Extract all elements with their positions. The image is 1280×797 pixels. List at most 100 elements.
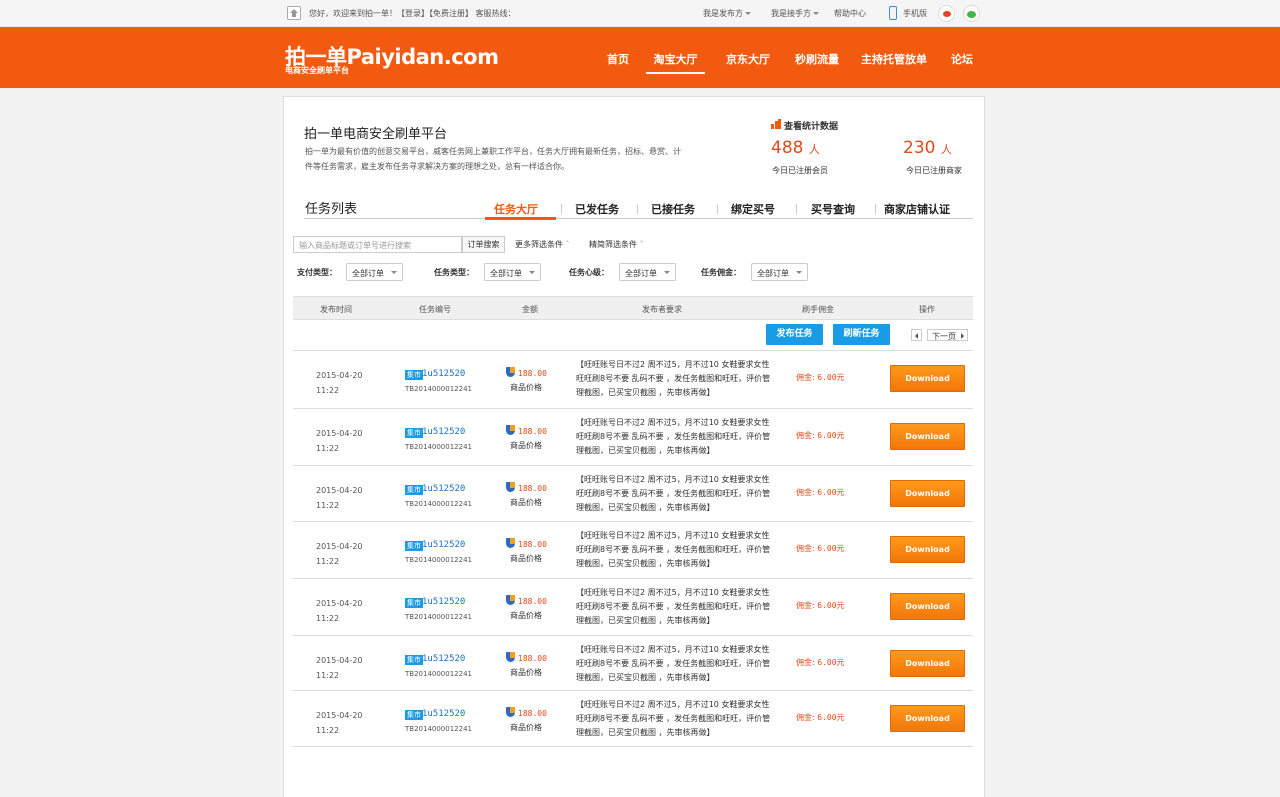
market-badge: 集市 [405,428,423,438]
members-count: 488 人 [771,138,820,158]
download-button[interactable]: Download [890,593,965,620]
nav-hosted-orders[interactable]: 主持托管放单 [861,51,927,67]
col-publish-time: 发布时间 [320,305,352,314]
download-button[interactable]: Download [890,423,965,450]
merchants-label: 今日已注册商家 [906,166,962,175]
nav-home[interactable]: 首页 [607,51,629,67]
tab-divider [637,204,638,214]
tab-buyer-query[interactable]: 买号查询 [811,201,855,217]
task-id-link[interactable]: 1u512520 [422,709,465,719]
download-button[interactable]: Download [890,536,965,563]
mobile-link[interactable]: 手机版 [903,8,927,19]
download-button[interactable]: Download [890,480,965,507]
col-amount: 金额 [522,305,538,314]
publish-time: 2015-04-20 11:22 [316,656,363,680]
task-id-link[interactable]: 1u512520 [422,540,465,550]
requirements-text: 【旺旺账号日不过2 周不过5，月不过10 女鞋要求女性旺旺刷8号不要 乱码不要 … [576,645,771,682]
site-slogan: 电商安全刷单平台 [285,66,349,75]
prev-page-button[interactable] [911,329,922,341]
tab-published-tasks[interactable]: 已发任务 [575,201,619,217]
nav-flash-traffic[interactable]: 秒刷流量 [795,51,839,67]
task-id-link[interactable]: 1u512520 [422,597,465,607]
task-commission-label: 任务佣金： [701,268,741,277]
publisher-menu[interactable]: 我是发布方 [703,8,751,19]
requirements-text: 【旺旺账号日不过2 周不过5，月不过10 女鞋要求女性旺旺刷8号不要 乱码不要 … [576,588,771,625]
nav-taobao-hall[interactable]: 淘宝大厅 [646,51,705,74]
stats-title[interactable]: 查看统计数据 [784,119,838,132]
caret-icon: ˄ [639,240,644,249]
col-action: 操作 [919,305,935,314]
price-label: 商品价格 [510,498,542,507]
tab-bind-buyer[interactable]: 绑定买号 [731,201,775,217]
tab-divider [717,204,718,214]
table-row: 2015-04-20 11:22 集市 1u512520 TB2014000012… [293,635,973,692]
shield-icon [506,652,515,662]
price-label: 商品价格 [510,554,542,563]
task-level-select[interactable]: 全部订单 [619,263,676,281]
refresh-task-button[interactable]: 刷新任务 [833,324,890,345]
market-badge: 集市 [405,655,423,665]
table-row: 2015-04-20 11:22 集市 1u512520 TB2014000012… [293,350,973,407]
next-page-button[interactable]: 下一页 [927,329,968,341]
download-button[interactable]: Download [890,365,965,392]
help-center-link[interactable]: 帮助中心 [834,8,866,19]
table-header: 发布时间 任务编号 金额 发布者要求 刷手佣金 操作 [293,296,973,320]
requirements-text: 【旺旺账号日不过2 周不过5，月不过10 女鞋要求女性旺旺刷8号不要 乱码不要 … [576,360,771,397]
tab-accepted-tasks[interactable]: 已接任务 [651,201,695,217]
download-button[interactable]: Download [890,650,965,677]
task-id-link[interactable]: 1u512520 [422,427,465,437]
search-button[interactable]: 订单搜索 [462,236,505,253]
market-badge: 集市 [405,370,423,380]
commission: 佣金: 6.00元 [796,373,845,382]
mobile-phone-icon [889,6,897,20]
nav-forum[interactable]: 论坛 [951,51,973,67]
price-label: 商品价格 [510,723,542,732]
merchants-count: 230 人 [903,138,952,158]
task-commission-select[interactable]: 全部订单 [751,263,808,281]
taobao-order-no: TB2014000012241 [405,443,472,451]
taobao-order-no: TB2014000012241 [405,613,472,621]
requirements-text: 【旺旺账号日不过2 周不过5，月不过10 女鞋要求女性旺旺刷8号不要 乱码不要 … [576,531,771,568]
publish-time: 2015-04-20 11:22 [316,486,363,510]
col-requirements: 发布者要求 [642,305,682,314]
weibo-icon[interactable] [938,5,955,22]
task-level-label: 任务心级： [569,268,609,277]
shield-icon [506,707,515,717]
nav-jd-hall[interactable]: 京东大厅 [726,51,770,67]
download-button[interactable]: Download [890,705,965,732]
tab-shop-certification[interactable]: 商家店铺认证 [884,201,950,217]
home-icon[interactable] [287,6,301,20]
shield-icon [506,367,515,377]
publish-time: 2015-04-20 11:22 [316,711,363,735]
members-label: 今日已注册会员 [772,166,828,175]
intro-text: 拍一单为最有价值的创意交易平台，威客任务网上兼职工作平台，任务大厅拥有最新任务，… [305,147,681,171]
publish-task-button[interactable]: 发布任务 [766,324,823,345]
shield-icon [506,482,515,492]
task-id-link[interactable]: 1u512520 [422,484,465,494]
main-panel: 拍一单电商安全刷单平台 拍一单为最有价值的创意交易平台，威客任务网上兼职工作平台… [283,96,985,797]
requirements-text: 【旺旺账号日不过2 周不过5，月不过10 女鞋要求女性旺旺刷8号不要 乱码不要 … [576,475,771,512]
simple-filters-toggle[interactable]: 精简筛选条件 ˄ [589,239,644,250]
welcome-text: 您好，欢迎来到拍一单！【登录】【免费注册】 客服热线： [309,9,516,18]
task-id-link[interactable]: 1u512520 [422,654,465,664]
price-value: 188.00 [518,540,547,549]
more-filters-toggle[interactable]: 更多筛选条件 ˄ [515,239,570,250]
taker-menu[interactable]: 我是接手方 [771,8,819,19]
col-commission: 刷手佣金 [802,305,834,314]
tab-task-hall[interactable]: 任务大厅 [494,201,538,217]
search-input[interactable]: 输入商品标题或订单号进行搜索 [293,236,462,253]
price-value: 188.00 [518,597,547,606]
payment-type-select[interactable]: 全部订单 [346,263,403,281]
price-value: 188.00 [518,484,547,493]
site-header: 拍一单Paiyidan.com 电商安全刷单平台 首页 淘宝大厅 京东大厅 秒刷… [0,27,1280,88]
market-badge: 集市 [405,485,423,495]
wechat-icon[interactable] [963,5,980,22]
chevron-down-icon [813,12,819,15]
commission: 佣金: 6.00元 [796,601,845,610]
chevron-down-icon [745,12,751,15]
task-id-link[interactable]: 1u512520 [422,369,465,379]
commission: 佣金: 6.00元 [796,658,845,667]
shield-icon [506,425,515,435]
task-type-select[interactable]: 全部订单 [484,263,541,281]
table-row: 2015-04-20 11:22 集市 1u512520 TB2014000012… [293,408,973,465]
